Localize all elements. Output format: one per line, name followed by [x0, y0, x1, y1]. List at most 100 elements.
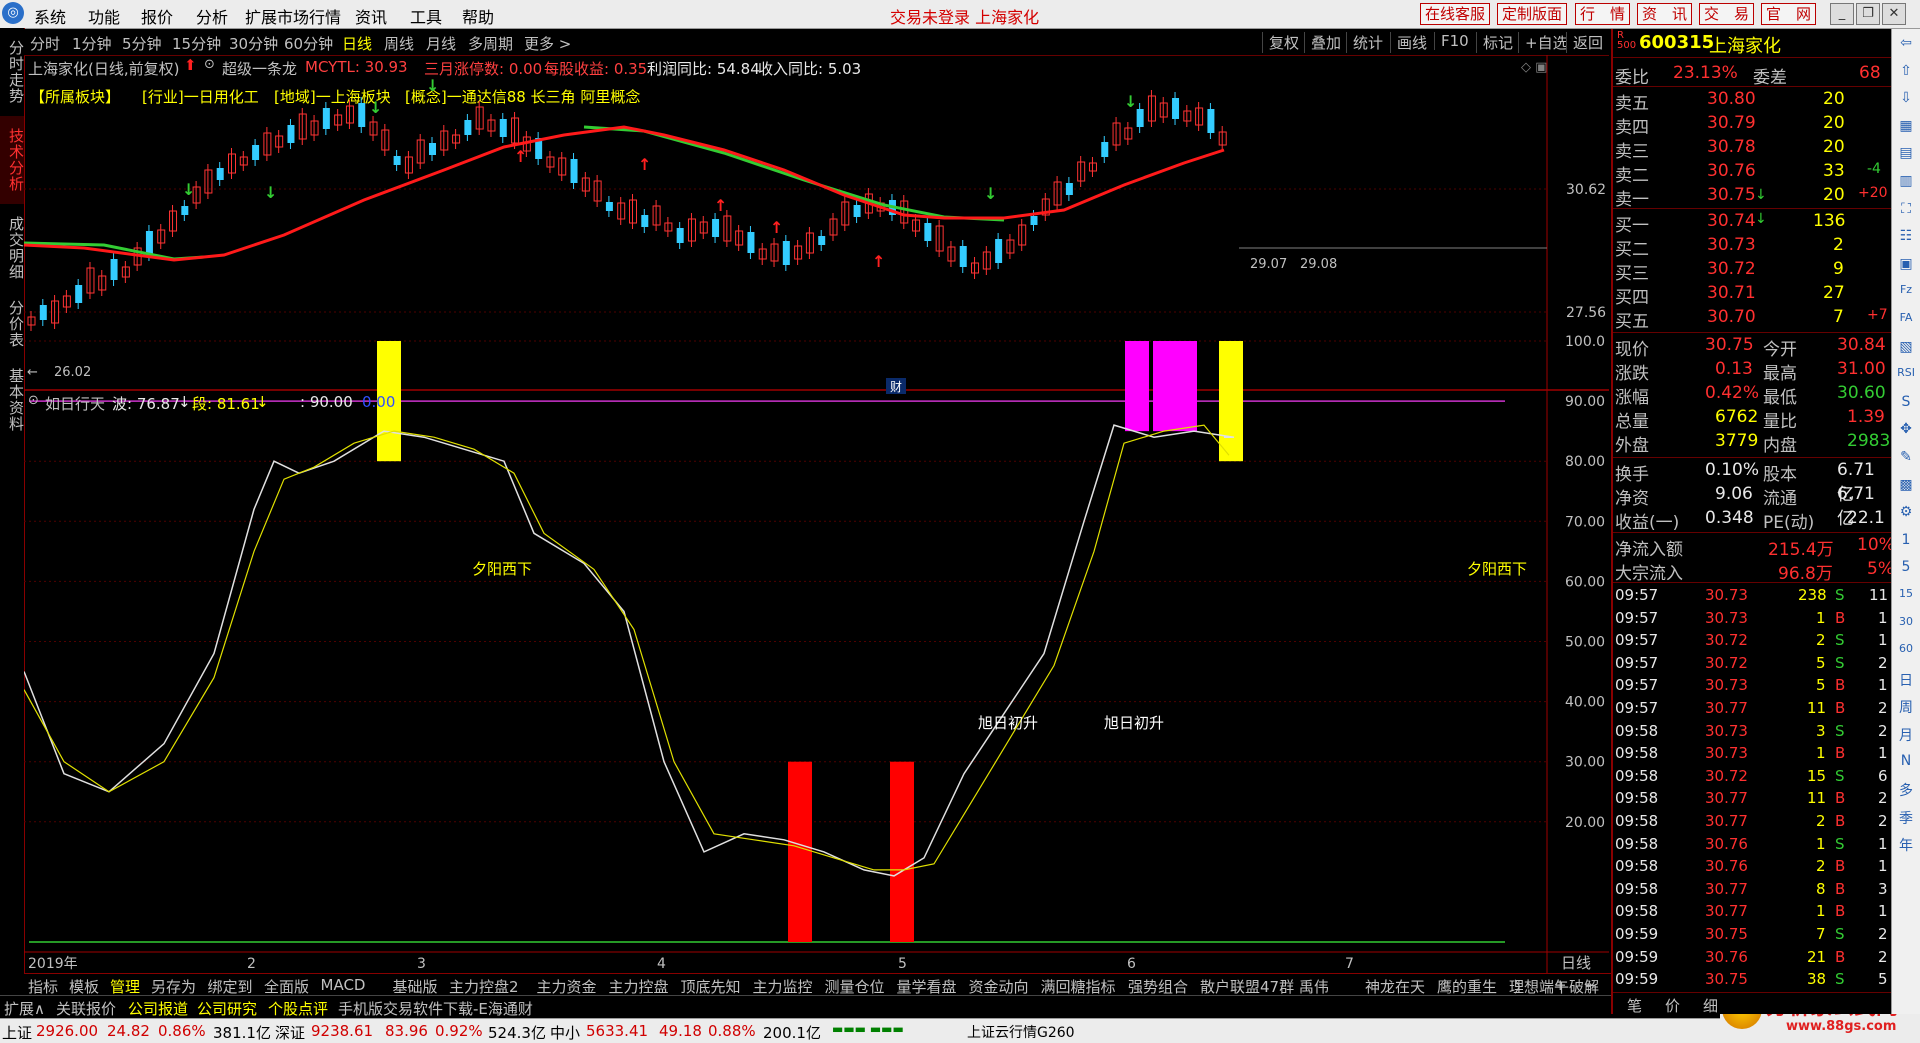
indicator-tab[interactable]: 主力控盘 [609, 976, 669, 997]
tool-icon[interactable]: N [1896, 753, 1916, 769]
indicator-tab[interactable]: 主力监控 [753, 976, 813, 997]
custom-layout-button[interactable]: 定制版面 [1497, 3, 1568, 25]
period-multi[interactable]: 多周期 [468, 33, 513, 54]
add-watchlist-button[interactable]: +自选 [1518, 32, 1568, 53]
f10-button[interactable]: F10 [1434, 32, 1469, 50]
period-monthly[interactable]: 月线 [426, 33, 456, 54]
tool-icon[interactable]: ⚙ [1896, 504, 1916, 520]
menu-analysis[interactable]: 分析 [196, 4, 228, 28]
period-5min[interactable]: 5分钟 [122, 33, 162, 54]
tool-icon[interactable]: 周 [1896, 697, 1916, 717]
tab-intraday[interactable]: 分时走势 [0, 32, 25, 112]
expand-button[interactable]: 扩展∧ [4, 998, 45, 1019]
indicator-tab[interactable]: 鹰的重生 [1437, 976, 1497, 997]
company-research-link[interactable]: 公司研究 [197, 998, 257, 1019]
tool-icon[interactable]: ⇩ [1896, 90, 1916, 106]
tool-icon[interactable]: RSI [1896, 366, 1916, 379]
menu-help[interactable]: 帮助 [462, 4, 494, 28]
tool-icon[interactable]: ▦ [1896, 118, 1916, 134]
restore-icon[interactable]: ❐ [1856, 3, 1880, 25]
mobile-download-link[interactable]: 手机版交易软件下载-E海通财 [338, 998, 533, 1019]
tool-icon[interactable]: ▥ [1896, 173, 1916, 189]
mark-button[interactable]: 标记 [1476, 32, 1513, 53]
close-icon[interactable]: ✕ [1882, 3, 1906, 25]
indicator-tab[interactable]: 资金动向 [969, 976, 1029, 997]
indicator-tab[interactable]: 模板 [69, 976, 99, 997]
related-quote-link[interactable]: 关联报价 [56, 998, 116, 1019]
remove-tab-icon[interactable]: − [1584, 976, 1597, 994]
overlay-button[interactable]: 叠加 [1304, 32, 1341, 53]
tool-icon[interactable]: 日 [1896, 670, 1916, 690]
tool-icon[interactable]: ▣ [1896, 256, 1916, 272]
tick-tab-price[interactable]: 价 [1665, 995, 1680, 1016]
tool-icon[interactable]: S [1896, 394, 1916, 410]
tab-basic-info[interactable]: 基本资料 [0, 360, 25, 440]
indicator-tab[interactable]: 神龙在天 [1365, 976, 1425, 997]
indicator-tab[interactable]: 主力控盘2 [449, 976, 519, 997]
menu-tools[interactable]: 工具 [410, 4, 442, 28]
tick-tab-detail[interactable]: 细 [1703, 995, 1718, 1016]
indicator-tab[interactable]: 绑定到 [208, 976, 253, 997]
indicator-tab[interactable]: 强势组合 [1128, 976, 1188, 997]
period-more[interactable]: 更多 > [524, 33, 571, 54]
period-weekly[interactable]: 周线 [384, 33, 414, 54]
restore-rights-button[interactable]: 复权 [1262, 32, 1299, 53]
menu-ext-market[interactable]: 扩展市场行情 [245, 4, 341, 28]
tool-icon[interactable]: 60 [1896, 642, 1916, 655]
website-button[interactable]: 官 网 [1761, 3, 1817, 25]
indicator-tab[interactable]: 全面版 [264, 976, 309, 997]
tool-icon[interactable]: 5 [1896, 559, 1916, 575]
indicator-tab[interactable]: 顶底先知 [681, 976, 741, 997]
finance-icon-label[interactable]: 财 [890, 380, 902, 394]
tool-icon[interactable]: ▧ [1896, 339, 1916, 355]
stock-review-link[interactable]: 个股点评 [268, 998, 328, 1019]
tool-icon[interactable]: ✥ [1896, 421, 1916, 437]
tab-technical-analysis[interactable]: 技术分析 [0, 116, 25, 204]
tool-icon[interactable]: FA [1896, 311, 1916, 324]
tool-icon[interactable]: ✎ [1896, 449, 1916, 465]
tool-icon[interactable]: ⇦ [1896, 35, 1916, 51]
period-30min[interactable]: 30分钟 [229, 33, 278, 54]
news-button[interactable]: 资 讯 [1637, 3, 1693, 25]
tool-icon[interactable]: ▩ [1896, 477, 1916, 493]
tab-trade-detail[interactable]: 成交明细 [0, 208, 25, 288]
indicator-tab[interactable]: 另存为 [151, 976, 196, 997]
tool-icon[interactable]: Fz [1896, 283, 1916, 296]
period-daily[interactable]: 日线 [342, 33, 372, 54]
tool-icon[interactable]: 年 [1896, 835, 1916, 855]
tool-icon[interactable]: ⛶ [1896, 201, 1916, 217]
tool-icon[interactable]: 月 [1896, 725, 1916, 745]
tab-price-table[interactable]: 分价表 [0, 292, 25, 356]
menu-news[interactable]: 资讯 [355, 4, 387, 28]
indicator-tab[interactable]: 管理 [110, 976, 140, 997]
indicator-tab[interactable]: 满回糖指标 [1041, 976, 1116, 997]
tool-icon[interactable]: 多 [1896, 780, 1916, 800]
statistics-button[interactable]: 统计 [1346, 32, 1383, 53]
tool-icon[interactable]: ☷ [1896, 228, 1916, 244]
trade-button[interactable]: 交 易 [1699, 3, 1755, 25]
tool-icon[interactable]: 季 [1896, 808, 1916, 828]
menu-quote[interactable]: 报价 [141, 4, 173, 28]
draw-line-button[interactable]: 画线 [1390, 32, 1427, 53]
period-1min[interactable]: 1分钟 [72, 33, 112, 54]
indicator-tab[interactable]: 基础版 [393, 976, 438, 997]
tick-tab-trade[interactable]: 笔 [1627, 995, 1642, 1016]
indicator-toggle-icon[interactable]: ⊙ [28, 393, 39, 408]
online-service-button[interactable]: 在线客服 [1420, 3, 1491, 25]
tool-icon[interactable]: 15 [1896, 587, 1916, 600]
menu-function[interactable]: 功能 [88, 4, 120, 28]
tool-icon[interactable]: 1 [1896, 532, 1916, 548]
add-tab-icon[interactable]: + [1554, 976, 1567, 994]
tab-scroll-right-icon[interactable]: 〉 [1514, 976, 1529, 997]
tool-icon[interactable]: ▤ [1896, 145, 1916, 161]
indicator-tab[interactable]: MACD [321, 976, 366, 994]
market-button[interactable]: 行 情 [1575, 3, 1631, 25]
indicator-tab[interactable]: 散户联盟47群 禹伟 [1200, 976, 1329, 997]
minimize-icon[interactable]: _ [1830, 3, 1854, 25]
tool-icon[interactable]: ⇧ [1896, 63, 1916, 79]
period-intraday[interactable]: 分时 [30, 33, 60, 54]
indicator-tab[interactable]: 主力资金 [537, 976, 597, 997]
period-15min[interactable]: 15分钟 [172, 33, 221, 54]
company-report-link[interactable]: 公司报道 [128, 998, 188, 1019]
indicator-tab[interactable]: 指标 [28, 976, 58, 997]
